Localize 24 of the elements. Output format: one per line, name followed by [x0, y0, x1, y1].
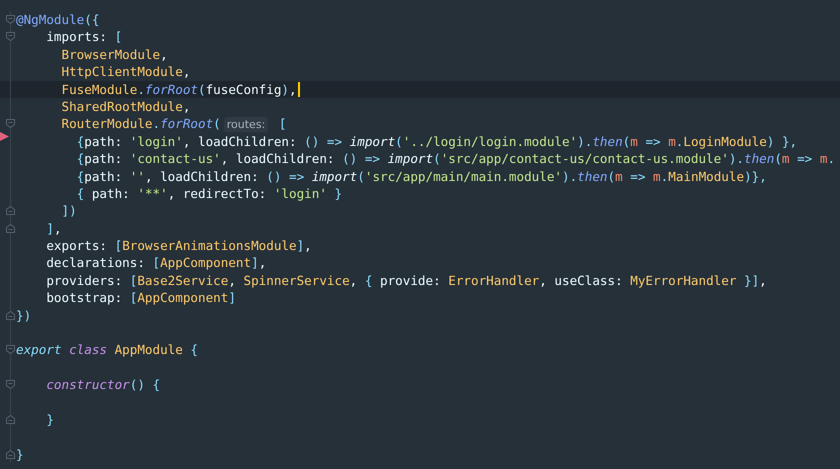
- code-text: bootstrap: [AppComponent]: [46, 289, 236, 307]
- code-text: {path: 'login', loadChildren: () => import('../login/login.module').then(m => m.LoginModule) },: [76, 132, 798, 150]
- code-text: ]): [62, 202, 77, 220]
- code-text: export class AppModule {: [16, 341, 198, 359]
- code-text: {path: 'contact-us', loadChildren: () => import('src/app/contact-us/contact-us.module').then(m => m.: [76, 150, 836, 168]
- code-text: [: [278, 115, 286, 133]
- code-text: constructor() {: [46, 376, 160, 394]
- code-text: RouterModule.forRoot(: [62, 115, 221, 133]
- code-text: { path: '**', redirectTo: 'login' }: [76, 184, 342, 202]
- code-text: providers: [Base2Service, SpinnerService, { provide: ErrorHandler, useClass: MyErrorHandler }],: [46, 272, 767, 290]
- code-text: @NgModule({: [16, 11, 100, 28]
- code-text: SharedRootModule,: [62, 98, 190, 116]
- code-text: }): [16, 306, 32, 324]
- code-text: BrowserModule,: [62, 46, 168, 64]
- code-text: FuseModule.forRoot(fuseConfig),: [62, 80, 297, 98]
- code-text: exports: [BrowserAnimationsModule],: [46, 237, 312, 254]
- code-text: imports: [: [46, 28, 122, 46]
- code-text: }: [46, 410, 54, 428]
- parameter-hint: routes:: [224, 116, 268, 132]
- code-text: ],: [46, 220, 62, 238]
- code-text: declarations: [AppComponent],: [46, 254, 266, 272]
- code-text: HttpClientModule,: [62, 63, 190, 81]
- code-text: }: [16, 446, 24, 464]
- code-text: {path: '', loadChildren: () => import('src/app/main/main.module').then(m => m.MainModule)},: [76, 168, 767, 185]
